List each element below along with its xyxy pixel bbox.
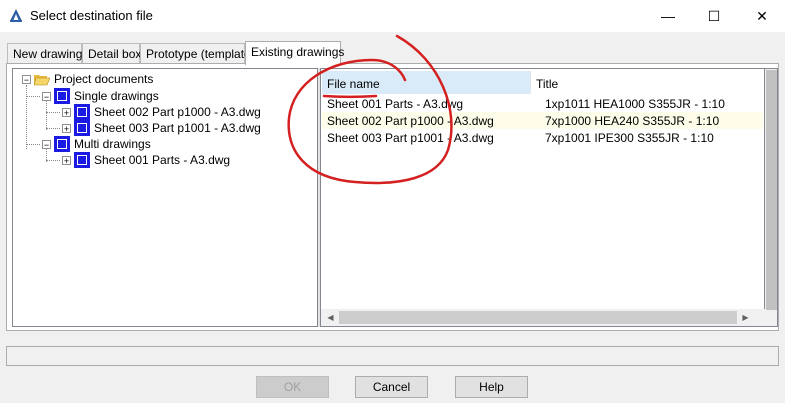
close-button[interactable]: ✕: [739, 0, 785, 32]
title-cell: 7xp1000 HEA240 S355JR - 1:10: [545, 114, 720, 128]
column-header-title[interactable]: Title: [531, 71, 761, 94]
drawing-file-icon: [74, 104, 90, 120]
tab-existing-drawings[interactable]: Existing drawings: [245, 41, 344, 65]
help-button[interactable]: Help: [455, 376, 528, 398]
drawing-file-icon: [74, 120, 90, 136]
drawing-group-icon: [54, 136, 70, 152]
tree-item-label: Sheet 003 Part p1001 - A3.dwg: [94, 121, 261, 135]
tree-item-multi-drawings[interactable]: − Multi drawings: [42, 136, 151, 152]
scroll-right-arrow-icon[interactable]: ▶: [737, 309, 754, 326]
project-tree[interactable]: − Project documents − Single drawings + …: [12, 68, 318, 327]
tab-new-drawing[interactable]: New drawing: [7, 43, 82, 63]
table-row[interactable]: Sheet 003 Part p1001 - A3.dwg 7xp1001 IP…: [322, 129, 763, 146]
tree-item-label: Sheet 002 Part p1000 - A3.dwg: [94, 105, 261, 119]
collapse-icon[interactable]: −: [42, 139, 51, 149]
window-title: Select destination file: [30, 8, 153, 23]
file-name-cell: Sheet 002 Part p1000 - A3.dwg: [327, 114, 494, 128]
scroll-left-arrow-icon[interactable]: ◀: [322, 309, 339, 326]
file-name-cell: Sheet 003 Part p1001 - A3.dwg: [327, 131, 494, 145]
tree-item-label: Project documents: [54, 72, 154, 86]
expand-icon[interactable]: +: [62, 123, 71, 133]
tree-item-label: Multi drawings: [74, 137, 151, 151]
expand-icon[interactable]: +: [62, 107, 71, 117]
tree-item-sheet-001[interactable]: + Sheet 001 Parts - A3.dwg: [62, 152, 230, 168]
collapse-icon[interactable]: −: [42, 91, 51, 101]
tree-item-sheet-002[interactable]: + Sheet 002 Part p1000 - A3.dwg: [62, 104, 261, 120]
ok-button[interactable]: OK: [256, 376, 329, 398]
status-bar: [6, 346, 779, 366]
cancel-button[interactable]: Cancel: [355, 376, 428, 398]
title-cell: 1xp1011 HEA1000 S355JR - 1:10: [545, 97, 725, 111]
file-name-cell: Sheet 001 Parts - A3.dwg: [327, 97, 464, 111]
tab-detail-box[interactable]: Detail box: [82, 43, 141, 63]
title-cell: 7xp1001 IPE300 S355JR - 1:10: [545, 131, 714, 145]
horizontal-scrollbar-thumb[interactable]: [339, 311, 737, 324]
tab-prototype-template[interactable]: Prototype (template): [140, 43, 255, 63]
vertical-scrollbar-thumb[interactable]: [766, 70, 777, 310]
drawing-file-icon: [74, 152, 90, 168]
maximize-button[interactable]: ☐: [691, 0, 737, 32]
app-logo-icon: [8, 7, 24, 23]
tree-item-label: Sheet 001 Parts - A3.dwg: [94, 153, 231, 167]
expand-icon[interactable]: +: [62, 155, 71, 165]
tree-item-label: Single drawings: [74, 89, 159, 103]
tree-item-project-documents[interactable]: − Project documents: [22, 71, 153, 87]
tree-item-sheet-003[interactable]: + Sheet 003 Part p1001 - A3.dwg: [62, 120, 261, 136]
table-row[interactable]: Sheet 001 Parts - A3.dwg 1xp1011 HEA1000…: [322, 95, 763, 112]
open-folder-icon: [34, 74, 50, 85]
tree-item-single-drawings[interactable]: − Single drawings: [42, 88, 159, 104]
column-header-file-name[interactable]: File name: [322, 71, 530, 94]
table-row[interactable]: Sheet 002 Part p1000 - A3.dwg 7xp1000 HE…: [322, 112, 763, 129]
minimize-button[interactable]: —: [645, 0, 691, 32]
collapse-icon[interactable]: −: [22, 74, 31, 84]
drawing-group-icon: [54, 88, 70, 104]
